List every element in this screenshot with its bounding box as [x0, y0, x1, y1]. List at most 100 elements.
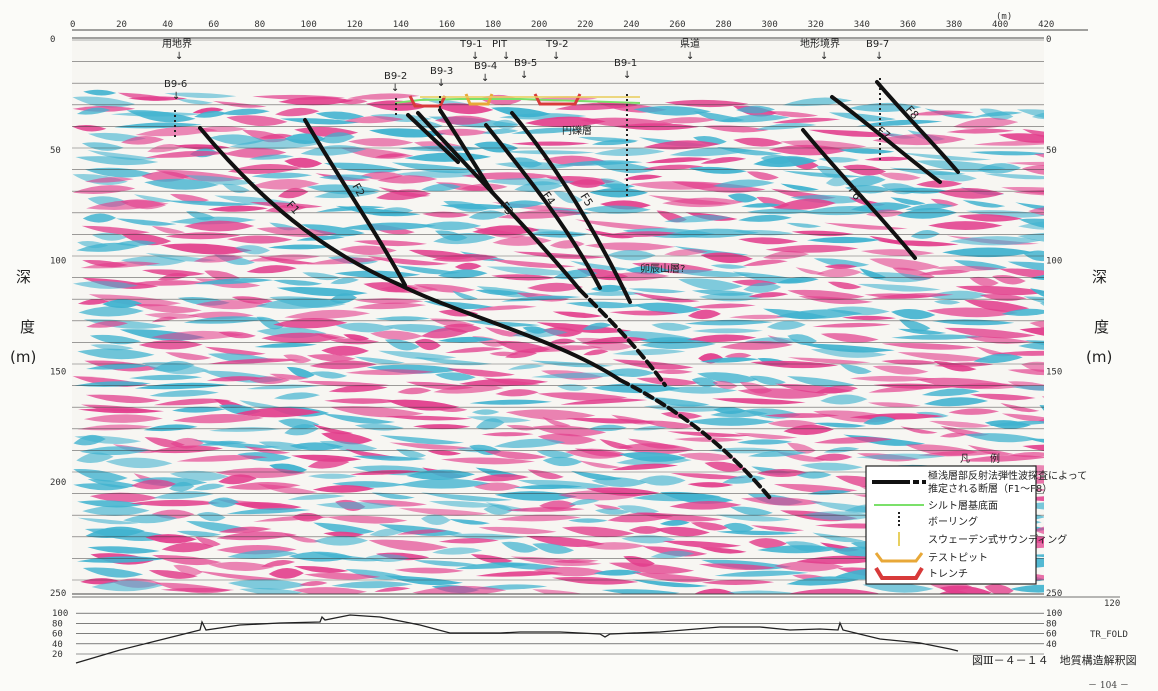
depth-right-50: 50 — [1046, 146, 1057, 156]
arrow-b9-7: ↓ — [875, 51, 883, 62]
elev-right-120: 120 — [1104, 599, 1120, 609]
x-tick-80: 80 — [254, 20, 265, 30]
legend-boring: ボーリング — [928, 515, 978, 528]
arrow-b9-3: ↓ — [437, 78, 445, 89]
label-pit: PIT — [492, 39, 508, 50]
x-tick-220: 220 — [577, 20, 593, 30]
legend-trench: トレンチ — [928, 568, 968, 580]
x-tick-200: 200 — [531, 20, 547, 30]
layer-label-utatsuyama: 卯辰山層? — [640, 263, 685, 275]
label-b9-2: B9-2 — [384, 71, 407, 82]
axis-right-char3: (m) — [1086, 348, 1112, 366]
label-b9-4: B9-4 — [474, 61, 497, 72]
elevation-ticks-left: 10080604020 — [52, 609, 68, 660]
label-b9-5: B9-5 — [514, 58, 537, 69]
depth-right-150: 150 — [1046, 367, 1062, 377]
x-tick-40: 40 — [162, 20, 173, 30]
seismic-band — [1039, 302, 1044, 306]
x-tick-300: 300 — [762, 20, 778, 30]
legend: 凡 例 極浅層部反射法弾性波探査によって 推定される断層（F1～F8） シルト層… — [865, 452, 1087, 585]
legend-fault-line1: 極浅層部反射法弾性波探査によって — [928, 469, 1087, 482]
seismic-band — [628, 599, 712, 607]
elev-left-20: 20 — [52, 650, 63, 660]
x-tick-180: 180 — [485, 20, 501, 30]
label-b9-6: B9-6 — [164, 79, 187, 90]
axis-right-char2: 度 — [1094, 318, 1109, 336]
seismic-band — [517, 596, 580, 601]
arrow-pit: ↓ — [502, 51, 510, 62]
depth-left-200: 200 — [50, 478, 66, 488]
x-tick-280: 280 — [715, 20, 731, 30]
arrow-chikei: ↓ — [820, 51, 828, 62]
seismic-band — [974, 599, 1065, 606]
axis-right-char1: 深 — [1092, 268, 1107, 286]
seismic-band — [738, 598, 787, 607]
arrow-b9-5: ↓ — [520, 70, 528, 81]
geological-section-figure: 0 20 40 60 80 100 120 140 160 180 200 220 240 260 280 3… — [10, 12, 1137, 691]
elev-left-40: 40 — [52, 640, 63, 650]
label-b9-1: B9-1 — [614, 58, 637, 69]
seismic-band — [964, 606, 1021, 613]
seismic-band — [713, 594, 746, 603]
seismic-band — [862, 595, 924, 600]
label-t9-2: T9-2 — [545, 39, 568, 50]
elev-left-80: 80 — [52, 619, 63, 629]
x-tick-360: 360 — [900, 20, 916, 30]
x-tick-20: 20 — [116, 20, 127, 30]
legend-fault-line2: 推定される断層（F1～F8） — [928, 482, 1052, 495]
x-tick-140: 140 — [393, 20, 409, 30]
x-tick-320: 320 — [808, 20, 824, 30]
seismic-band — [781, 598, 807, 604]
axis-left-char3: (m) — [10, 348, 36, 366]
seismic-band — [807, 595, 854, 605]
arrow-b9-6: ↓ — [172, 91, 180, 102]
seismic-band — [1038, 418, 1044, 424]
x-tick-260: 260 — [669, 20, 685, 30]
x-tick-60: 60 — [208, 20, 219, 30]
depth-ticks-left: 0 50 100 150 200 250 — [50, 35, 66, 599]
arrow-kendo: ↓ — [686, 51, 694, 62]
elevation-ticks-right: 120 100806040 — [1046, 599, 1120, 650]
elevation-panel: 10080604020 120100806040 TR_FOLD — [52, 599, 1128, 664]
arrow-b9-1: ↓ — [623, 70, 631, 81]
depth-right-100: 100 — [1046, 257, 1062, 267]
layer-label-enreki: 円礫層 — [562, 124, 592, 137]
axis-left-char2: 度 — [20, 318, 35, 336]
legend-testpit: テストピット — [928, 552, 988, 564]
seismic-band — [584, 597, 637, 607]
label-chikei: 地形境界 — [800, 37, 840, 50]
units-top: (m) — [996, 12, 1012, 22]
label-b9-3: B9-3 — [430, 66, 453, 77]
x-tick-380: 380 — [946, 20, 962, 30]
elev-left-60: 60 — [52, 630, 63, 640]
x-tick-0: 0 — [70, 20, 75, 30]
elev-right-100: 100 — [1046, 609, 1062, 619]
arrow-b9-2: ↓ — [391, 83, 399, 94]
elevation-label: TR_FOLD — [1090, 630, 1128, 640]
arrow-b9-4: ↓ — [481, 73, 489, 84]
x-tick-340: 340 — [854, 20, 870, 30]
arrow-t9-2: ↓ — [552, 51, 560, 62]
legend-title: 凡 例 — [960, 452, 1000, 465]
elevation-profile — [75, 614, 959, 664]
elev-right-40: 40 — [1046, 640, 1057, 650]
seismic-band — [865, 601, 952, 606]
x-tick-420: 420 — [1038, 20, 1054, 30]
x-tick-160: 160 — [439, 20, 455, 30]
axis-left-char1: 深 — [16, 268, 31, 286]
elev-right-80: 80 — [1046, 619, 1057, 629]
x-axis-ticks: 0 20 40 60 80 100 120 140 160 180 200 220 240 260 280 3… — [70, 20, 1054, 30]
figure-caption: 図Ⅲ－４－１４ 地質構造解釈図 — [972, 653, 1137, 667]
depth-left-100: 100 — [50, 257, 66, 267]
depth-left-150: 150 — [50, 367, 66, 377]
elev-right-60: 60 — [1046, 630, 1057, 640]
depth-right-0: 0 — [1046, 35, 1051, 45]
elevation-gridlines — [76, 612, 1044, 655]
elev-left-100: 100 — [52, 609, 68, 619]
label-t9-1: T9-1 — [459, 39, 482, 50]
label-yochikai: 用地界 — [162, 37, 192, 50]
page-number: － 104 － — [1088, 681, 1129, 691]
legend-silt: シルト層基底面 — [928, 499, 998, 512]
depth-right-250: 250 — [1046, 589, 1062, 599]
legend-sounding: スウェーデン式サウンディング — [928, 533, 1067, 546]
